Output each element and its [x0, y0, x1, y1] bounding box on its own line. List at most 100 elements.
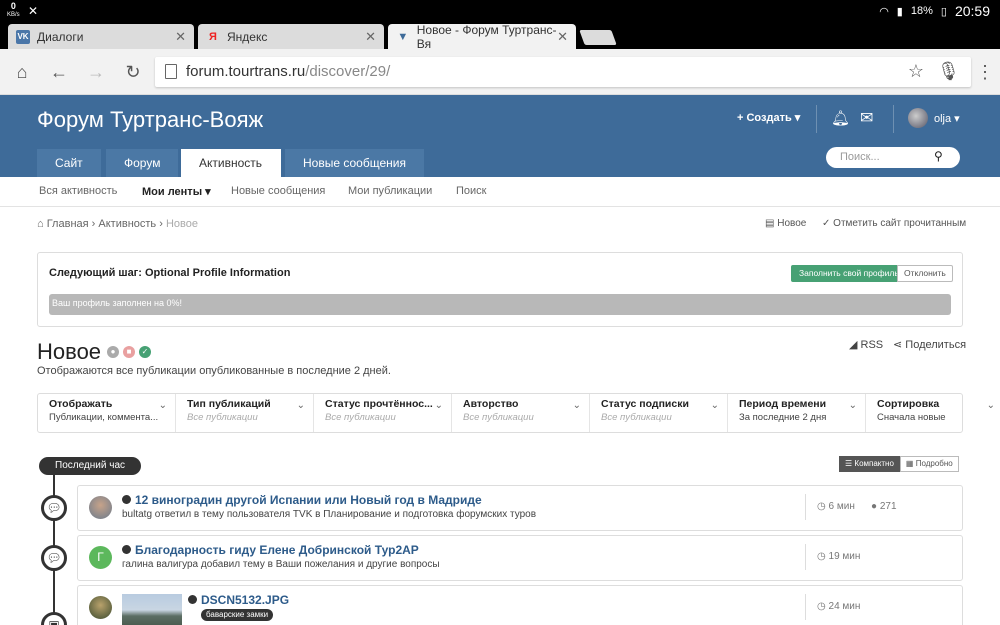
site-title[interactable]: Форум Туртранс-Вояж: [37, 107, 263, 133]
filter-subscription[interactable]: Статус подписки Все публикации ⌄: [590, 394, 728, 432]
tab-yandex[interactable]: Я Яндекс ✕: [198, 24, 384, 49]
divider: [816, 105, 817, 133]
tab-title: Новое - Форум Туртранс-Вя: [416, 22, 557, 51]
filter-authorship[interactable]: Авторство Все публикации ⌄: [452, 394, 590, 432]
search-icon[interactable]: ⚲: [934, 149, 943, 163]
divider: [805, 494, 806, 520]
nav-tab-site[interactable]: Сайт: [37, 149, 101, 177]
home-icon: ⌂: [37, 218, 44, 230]
nav-tab-forum[interactable]: Форум: [106, 149, 179, 177]
chevron-down-icon: ⌄: [710, 400, 719, 411]
share-link[interactable]: ⋖ Поделиться: [893, 338, 966, 351]
avatar[interactable]: [908, 108, 928, 128]
avatar[interactable]: Г: [89, 546, 112, 569]
avatar[interactable]: [89, 596, 112, 619]
comment-icon: ●: [871, 501, 878, 512]
mic-icon[interactable]: 🎙: [937, 60, 960, 82]
nav-tab-new-posts[interactable]: Новые сообщения: [285, 149, 424, 177]
chevron-down-icon: ⌄: [986, 400, 995, 411]
comment-count: ● 271: [871, 501, 897, 512]
list-icon: ☰: [845, 459, 853, 468]
signal-icon: ▮: [896, 5, 903, 18]
wifi-icon: ◠: [879, 5, 889, 18]
status-bar: 0 KB/s ✕ ◠ ▮ 18% ▯ 20:59: [0, 0, 1000, 22]
mail-icon[interactable]: ✉: [860, 108, 873, 128]
subnav-my-publications[interactable]: Мои публикации: [348, 185, 432, 197]
detailed-view-button[interactable]: ▦ Подробно: [899, 456, 959, 472]
star-icon[interactable]: ☆: [905, 60, 927, 82]
list-item[interactable]: Г Благодарность гиду Елене Добринской Ту…: [77, 535, 963, 581]
clock: 20:59: [954, 3, 990, 19]
new-tab-button[interactable]: [579, 30, 617, 45]
chevron-down-icon: ⌄: [434, 400, 443, 411]
subnav-all-activity[interactable]: Вся активность: [39, 185, 117, 197]
new-link[interactable]: ▤ Новое: [765, 218, 806, 229]
home-icon[interactable]: ⌂: [11, 61, 33, 83]
bell-icon[interactable]: 🔔︎: [831, 109, 850, 127]
create-button[interactable]: + Создать ▾: [737, 111, 800, 124]
notification-icon: ✕: [28, 4, 39, 18]
reload-icon[interactable]: ↻: [122, 61, 144, 83]
calendar-icon: ▤: [765, 218, 775, 229]
vk-icon: VK: [16, 29, 30, 44]
filter-sort[interactable]: Сортировка Сначала новые ⌄: [866, 394, 1000, 432]
chevron-down-icon: ⌄: [158, 400, 167, 411]
menu-icon[interactable]: ⋮: [974, 61, 996, 83]
network-speed: 0 KB/s: [7, 1, 20, 19]
progress-text: Ваш профиль заполнен на 0%!: [52, 298, 182, 308]
nav-tab-activity[interactable]: Активность: [181, 149, 281, 177]
item-tag[interactable]: баварские замки: [201, 609, 274, 621]
forum-header: Форум Туртранс-Вояж + Создать ▾ 🔔︎ ✉ olj…: [0, 95, 1000, 177]
filter-display[interactable]: Отображать Публикации, коммента... ⌄: [38, 394, 176, 432]
divider: [893, 105, 894, 133]
breadcrumb-activity[interactable]: Активность: [98, 218, 156, 230]
address-bar[interactable]: forum.tourtrans.ru/discover/29/ ☆ 🎙: [155, 57, 971, 87]
list-item[interactable]: DSCN5132.JPG баварские замки ◷ 24 мин: [77, 585, 963, 625]
search-input[interactable]: Поиск... ⚲: [826, 147, 960, 168]
list-item[interactable]: 12 виноградин другой Испании или Новый г…: [77, 485, 963, 531]
decline-button[interactable]: Отклонить: [897, 265, 953, 282]
page-title: Новое: [37, 339, 102, 364]
page-icon: [165, 64, 177, 79]
subnav-my-feeds[interactable]: Мои ленты ▾: [142, 185, 211, 198]
mark-read-link[interactable]: ✓ Отметить сайт прочитанным: [822, 218, 966, 229]
comment-icon: 💬︎: [41, 495, 67, 521]
sub-nav: Вся активность Мои ленты ▾ Новые сообщен…: [0, 177, 1000, 207]
item-title[interactable]: 12 виноградин другой Испании или Новый г…: [122, 493, 482, 507]
item-title[interactable]: Благодарность гиду Елене Добринской Тур2…: [122, 543, 419, 557]
filter-type[interactable]: Тип публикаций Все публикации ⌄: [176, 394, 314, 432]
page-description: Отображаются все публикации опубликованн…: [37, 365, 391, 377]
tab-dialogs[interactable]: VK Диалоги ✕: [8, 24, 194, 49]
close-tab-icon[interactable]: ✕: [175, 29, 186, 45]
fill-profile-button[interactable]: Заполнить свой профиль: [791, 265, 907, 282]
close-tab-icon[interactable]: ✕: [557, 29, 568, 45]
user-menu[interactable]: olja ▾: [934, 112, 960, 125]
chevron-down-icon: ⌄: [572, 400, 581, 411]
rss-link[interactable]: ◢ RSS: [849, 338, 883, 351]
tab-forum[interactable]: ▼ Новое - Форум Туртранс-Вя ✕: [388, 22, 576, 51]
filter-bar: Отображать Публикации, коммента... ⌄ Тип п…: [37, 393, 995, 433]
profile-progress-bar: Ваш профиль заполнен на 0%!: [49, 294, 951, 315]
subnav-search[interactable]: Поиск: [456, 185, 486, 197]
item-title[interactable]: DSCN5132.JPG: [188, 593, 289, 607]
breadcrumb-home[interactable]: Главная: [47, 218, 89, 230]
grid-icon: ▦: [905, 459, 914, 468]
close-tab-icon[interactable]: ✕: [365, 29, 376, 45]
filter-read-status[interactable]: Статус прочтённос... Все публикации ⌄: [314, 394, 452, 432]
filter-period[interactable]: Период времени За последние 2 дня ⌄: [728, 394, 866, 432]
rss-icon: ◢: [849, 339, 858, 351]
back-icon[interactable]: ←: [48, 61, 70, 83]
item-subtitle: галина валигура добавил тему в Ваши поже…: [122, 559, 440, 570]
subnav-new-posts[interactable]: Новые сообщения: [231, 185, 325, 197]
check-icon: ✓: [822, 218, 831, 229]
forward-icon[interactable]: →: [85, 61, 107, 83]
url-text[interactable]: forum.tourtrans.ru/discover/29/: [186, 63, 390, 80]
item-time: ◷ 19 мин: [817, 551, 861, 562]
clock-icon: ◷: [817, 551, 826, 562]
image-thumbnail[interactable]: [122, 594, 182, 625]
chevron-down-icon: ⌄: [296, 400, 305, 411]
avatar[interactable]: [89, 496, 112, 519]
compact-view-button[interactable]: ☰ Компактно: [839, 456, 900, 472]
browser-toolbar: ⌂ ← → ↻ forum.tourtrans.ru/discover/29/ …: [0, 49, 1000, 95]
clock-icon: ◷: [817, 601, 826, 612]
